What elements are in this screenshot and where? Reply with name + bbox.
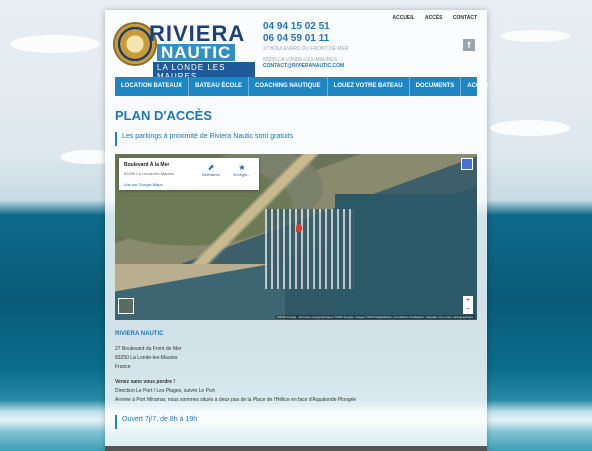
cloud xyxy=(10,35,100,53)
directions-title: Venez sans vous perdre ! xyxy=(115,379,176,385)
cloud xyxy=(490,120,570,136)
embedded-map[interactable]: Boulevard À la Mer 83250 La Londe-les-Ma… xyxy=(115,154,477,320)
menu-location-bateaux[interactable]: LOCATION BATEAUX xyxy=(115,77,190,96)
map-place-name: Boulevard À la Mer xyxy=(124,162,170,168)
page-container: RIVIERA NAUTIC LA LONDE LES MAURES 04 94… xyxy=(105,10,488,451)
logo-word2: NAUTIC xyxy=(157,44,236,61)
map-directions-button[interactable]: ⬈ Itinéraires xyxy=(196,163,226,177)
contact-line-1: 27 Boulevard du Front de Mer xyxy=(115,346,182,352)
menu-acces[interactable]: ACCÈS xyxy=(461,77,494,96)
top-link-contact[interactable]: CONTACT xyxy=(453,15,477,21)
star-icon: ★ xyxy=(238,163,246,172)
map-view-larger-link[interactable]: Voir sur Google Maps xyxy=(124,182,162,187)
site-logo[interactable]: RIVIERA NAUTIC LA LONDE LES MAURES xyxy=(115,20,255,82)
company-name: RIVIERA NAUTIC xyxy=(115,331,164,337)
directions-line-1: Direction Le Port / Les Plages, suivre L… xyxy=(115,388,215,394)
directions-icon: ⬈ xyxy=(207,163,215,172)
page-title: PLAN D'ACCÈS xyxy=(115,108,212,123)
facebook-icon[interactable]: f xyxy=(463,39,475,51)
map-type-thumbnail[interactable] xyxy=(118,298,134,314)
top-link-acces[interactable]: ACCÈS xyxy=(425,15,443,21)
directions-line-2: Arrivée à Port Miramar, nous sommes situ… xyxy=(115,397,357,403)
save-label: Enregis... xyxy=(233,172,251,177)
contact-line-3: France xyxy=(115,364,131,370)
cloud xyxy=(500,30,570,42)
zoom-out-button[interactable]: − xyxy=(463,305,473,314)
email-link[interactable]: CONTACT@RIVIERANAUTIC.COM xyxy=(263,63,344,69)
map-credits: ©2015 Google · Données cartographiques ©… xyxy=(274,315,475,319)
map-save-button[interactable]: ★ Enregis... xyxy=(227,163,257,177)
map-infobox: Boulevard À la Mer 83250 La Londe-les-Ma… xyxy=(119,158,259,190)
opening-hours-text: Ouvert 7j/7, de 8h à 19h xyxy=(122,416,198,423)
map-harbor xyxy=(265,209,355,289)
contact-info: RIVIERA NAUTIC 27 Boulevard du Front de … xyxy=(115,330,356,405)
map-zoom-control: + − xyxy=(463,296,473,314)
footer-strip xyxy=(105,446,487,451)
parking-note: Les parkings à proximité de Riviera Naut… xyxy=(115,132,479,146)
contact-line-2: 83250 La Londe-les-Maures xyxy=(115,355,178,361)
zoom-in-button[interactable]: + xyxy=(463,296,473,305)
map-beach xyxy=(115,264,285,320)
parking-note-text: Les parkings à proximité de Riviera Naut… xyxy=(122,133,294,140)
menu-louez-votre-bateau[interactable]: LOUEZ VOTRE BATEAU xyxy=(328,77,410,96)
top-link-accueil[interactable]: ACCUEIL xyxy=(392,15,414,21)
menu-bateau-ecole[interactable]: BATEAU ÉCOLE xyxy=(189,77,249,96)
opening-hours: Ouvert 7j/7, de 8h à 19h xyxy=(115,415,479,429)
menu-documents[interactable]: DOCUMENTS xyxy=(410,77,462,96)
directions-label: Itinéraires xyxy=(202,172,220,177)
menu-coaching-nautique[interactable]: COACHING NAUTIQUE xyxy=(249,77,328,96)
phone-1: 04 94 15 02 51 xyxy=(263,21,330,32)
address-line-1: 27 BOULEVARD DU FRONT DE MER xyxy=(263,46,349,52)
map-place-address: 83250 La Londe-les-Maures xyxy=(124,171,175,176)
street-view-icon[interactable] xyxy=(461,158,473,170)
main-menu: LOCATION BATEAUX BATEAU ÉCOLE COACHING N… xyxy=(115,77,488,96)
map-pin-icon[interactable] xyxy=(296,224,302,232)
top-nav: ACCUEIL ACCÈS CONTACT xyxy=(383,15,477,21)
map-sea xyxy=(335,194,477,320)
